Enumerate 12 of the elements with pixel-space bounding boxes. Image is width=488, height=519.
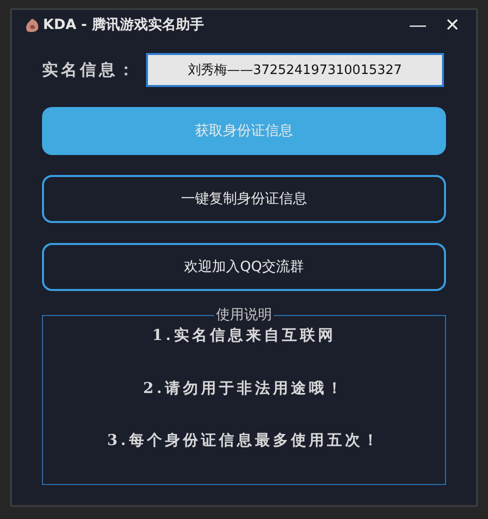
instruction-text: 2.请勿用于非法用途哦！ bbox=[143, 378, 345, 399]
app-logo-icon bbox=[24, 17, 40, 33]
group-title: 使用说明 bbox=[214, 306, 274, 324]
realname-field[interactable]: 刘秀梅——372524197310015327 bbox=[146, 53, 444, 87]
close-button[interactable]: ✕ bbox=[438, 14, 466, 36]
instruction-text: 1.实名信息来自互联网 bbox=[152, 326, 336, 346]
window-title: KDA - 腾讯游戏实名助手 bbox=[43, 16, 204, 34]
minimize-button[interactable]: — bbox=[402, 14, 433, 36]
instruction-text: 3.每个身份证信息最多使用五次！ bbox=[107, 431, 381, 452]
action-button[interactable]: 欢迎加入QQ交流群 bbox=[42, 243, 446, 291]
action-button[interactable]: 一键复制身份证信息 bbox=[42, 175, 446, 223]
field-label: 实名信息： bbox=[42, 60, 138, 80]
